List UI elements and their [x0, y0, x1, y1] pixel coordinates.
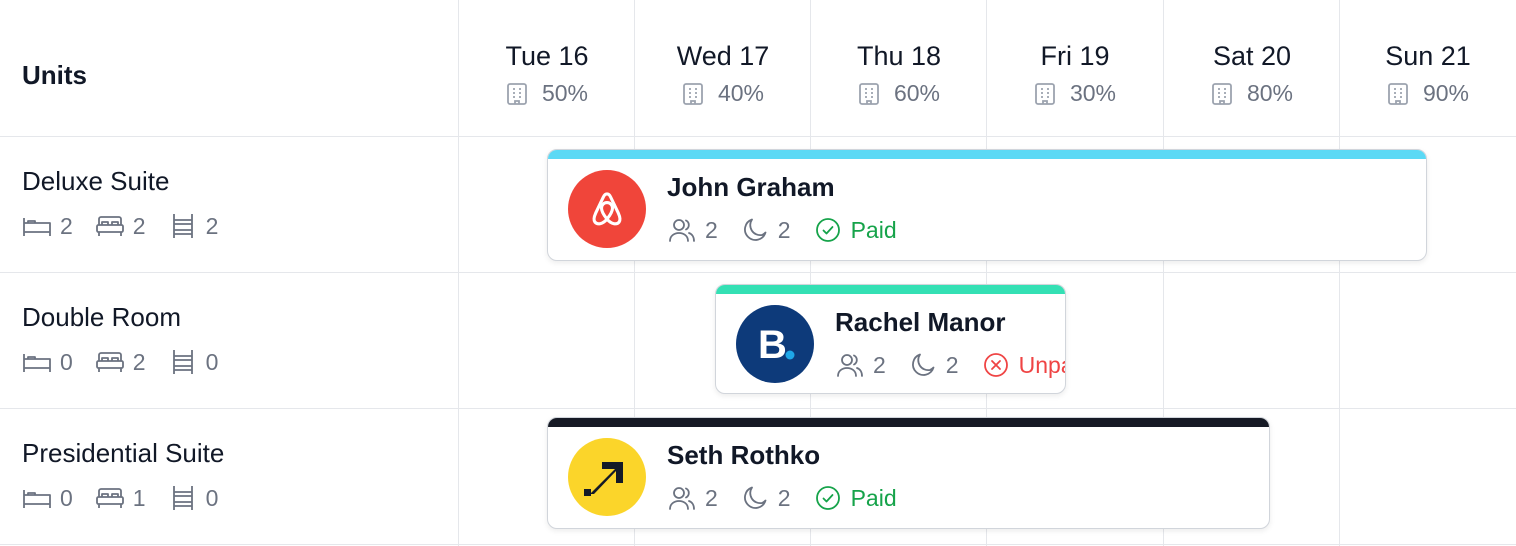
- payment-status: Paid: [850, 484, 897, 511]
- occupancy: 40%: [635, 80, 811, 107]
- bunk-bed-count: 2: [205, 212, 219, 239]
- unit-name: Presidential Suite: [22, 438, 225, 468]
- booking-card-rachel-manor[interactable]: B Rachel Manor 2 2 Unpaid: [715, 284, 1066, 394]
- booking-status-bar: [548, 150, 1426, 159]
- guest-name: Rachel Manor: [835, 307, 1006, 337]
- day-header: Fri 19 30%: [987, 38, 1163, 107]
- svg-text:B: B: [758, 323, 787, 367]
- occupancy-percent: 90%: [1422, 80, 1470, 106]
- guest-count: 2: [705, 216, 718, 243]
- occupancy: 80%: [1164, 80, 1340, 107]
- day-header: Sun 21 90%: [1340, 38, 1516, 107]
- double-bed-count: 2: [132, 212, 146, 239]
- occupancy-percent: 30%: [1069, 80, 1117, 106]
- bunk-bed-icon: [168, 484, 198, 512]
- occupancy: 90%: [1340, 80, 1516, 107]
- guest-name: John Graham: [667, 172, 835, 202]
- guests-icon: [667, 216, 697, 244]
- grid-divider: [0, 272, 1516, 273]
- unit-row-double-room[interactable]: Double Room 0 2 0: [22, 300, 240, 376]
- day-header: Sat 20 80%: [1164, 38, 1340, 107]
- double-bed-icon: [95, 484, 125, 512]
- guest-name: Seth Rothko: [667, 440, 821, 470]
- occupancy: 30%: [987, 80, 1163, 107]
- double-bed-count: 1: [132, 484, 146, 511]
- day-label: Fri 19: [1040, 41, 1110, 71]
- occupancy: 50%: [459, 80, 635, 107]
- single-bed-icon: [22, 212, 52, 240]
- building-icon: [1211, 82, 1233, 106]
- check-circle-icon: [813, 484, 843, 512]
- grid-divider: [0, 544, 1516, 545]
- day-label: Tue 16: [505, 41, 589, 71]
- booking-card-john-graham[interactable]: John Graham 2 2 Paid: [547, 149, 1427, 261]
- nights-count: 2: [945, 351, 959, 378]
- double-bed-icon: [95, 212, 125, 240]
- payment-status: Paid: [850, 216, 897, 243]
- grid-divider: [0, 408, 1516, 409]
- guest-count: 2: [705, 484, 718, 511]
- unit-name: Double Room: [22, 302, 181, 332]
- check-circle-icon: [813, 216, 843, 244]
- occupancy-percent: 50%: [541, 80, 589, 106]
- day-label: Sat 20: [1212, 41, 1292, 71]
- single-bed-count: 2: [60, 212, 73, 239]
- day-header: Tue 16 50%: [459, 38, 635, 107]
- single-bed-count: 0: [60, 484, 73, 511]
- occupancy: 60%: [811, 80, 987, 107]
- bunk-bed-count: 0: [205, 484, 219, 511]
- nights-count: 2: [777, 484, 791, 511]
- grid-divider: [0, 136, 1516, 137]
- guest-count: 2: [873, 351, 886, 378]
- booking-card-seth-rothko[interactable]: Seth Rothko 2 2 Paid: [547, 417, 1270, 529]
- building-icon: [1387, 82, 1409, 106]
- booking-status-bar: [548, 418, 1269, 427]
- nights-count: 2: [777, 216, 791, 243]
- single-bed-icon: [22, 348, 52, 376]
- moon-icon: [740, 484, 770, 512]
- occupancy-percent: 80%: [1246, 80, 1294, 106]
- day-label: Sun 21: [1385, 41, 1471, 71]
- building-icon: [1034, 82, 1056, 106]
- moon-icon: [908, 351, 938, 379]
- bunk-bed-icon: [168, 348, 198, 376]
- units-column-header: Units: [22, 60, 87, 90]
- bunk-bed-count: 0: [205, 348, 219, 375]
- bunk-bed-icon: [168, 212, 198, 240]
- occupancy-percent: 40%: [717, 80, 765, 106]
- double-bed-icon: [95, 348, 125, 376]
- occupancy-percent: 60%: [893, 80, 941, 106]
- moon-icon: [740, 216, 770, 244]
- day-header: Thu 18 60%: [811, 38, 987, 107]
- day-label: Thu 18: [856, 41, 942, 71]
- building-icon: [506, 82, 528, 106]
- building-icon: [682, 82, 704, 106]
- unit-row-deluxe-suite[interactable]: Deluxe Suite 2 2 2: [22, 164, 240, 240]
- day-header: Wed 17 40%: [635, 38, 811, 107]
- single-bed-icon: [22, 484, 52, 512]
- unit-row-presidential-suite[interactable]: Presidential Suite 0 1 0: [22, 436, 240, 512]
- expedia-logo-icon: [568, 438, 646, 516]
- double-bed-count: 2: [132, 348, 146, 375]
- x-circle-icon: [981, 351, 1011, 379]
- day-label: Wed 17: [676, 41, 770, 71]
- unit-name: Deluxe Suite: [22, 166, 170, 196]
- booking-com-logo-icon: B: [736, 305, 814, 383]
- airbnb-logo-icon: [568, 170, 646, 248]
- guests-icon: [667, 484, 697, 512]
- building-icon: [858, 82, 880, 106]
- booking-status-bar: [716, 285, 1065, 294]
- single-bed-count: 0: [60, 348, 73, 375]
- payment-status: Unpaid: [1018, 351, 1065, 378]
- guests-icon: [835, 351, 865, 379]
